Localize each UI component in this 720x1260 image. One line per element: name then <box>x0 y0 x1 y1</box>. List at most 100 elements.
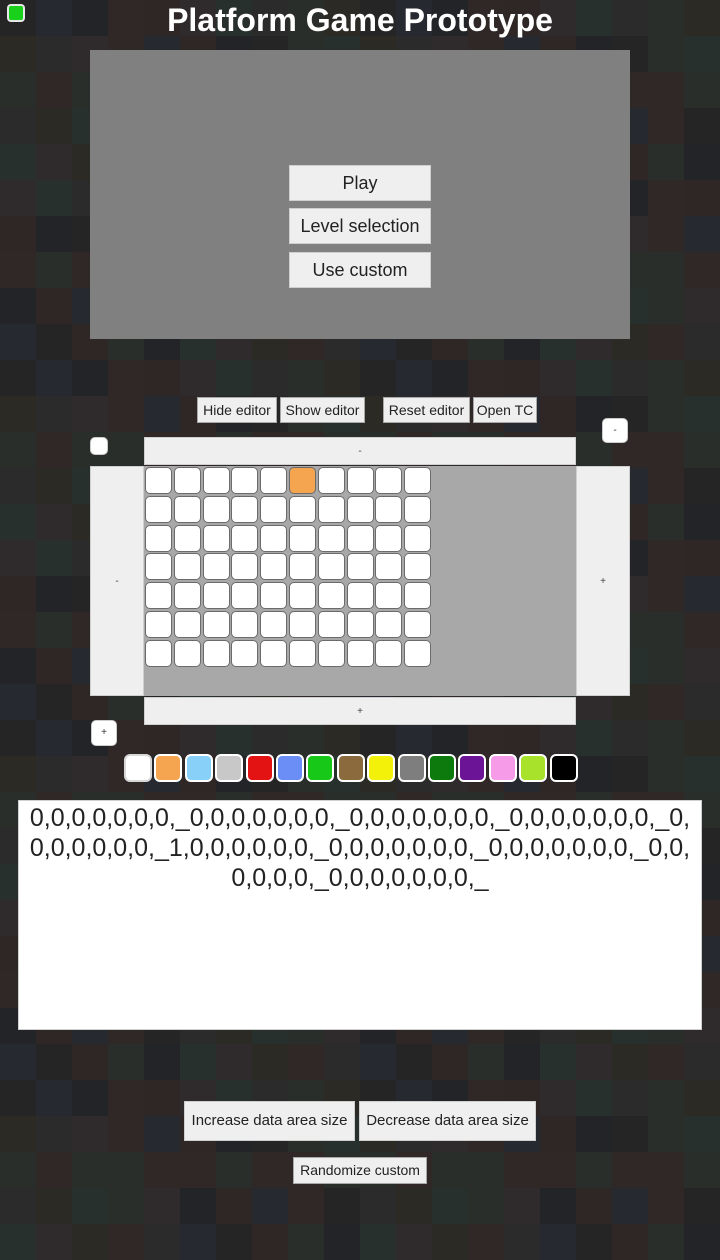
level-grid-cell[interactable] <box>260 524 288 552</box>
level-grid-cell[interactable] <box>231 467 259 494</box>
level-grid-cell[interactable] <box>260 467 288 494</box>
decrease-data-area-button[interactable]: Decrease data area size <box>359 1101 536 1141</box>
level-grid-cell[interactable] <box>404 639 432 667</box>
level-grid-cell[interactable] <box>375 611 403 638</box>
corner-toggle-bottom-left[interactable]: + <box>91 720 117 746</box>
randomize-custom-button[interactable]: Randomize custom <box>293 1157 427 1184</box>
color-swatch[interactable] <box>367 754 396 782</box>
level-grid-cell[interactable] <box>289 467 316 494</box>
level-grid-cell[interactable] <box>404 553 432 581</box>
level-grid-cell[interactable] <box>317 495 345 523</box>
level-grid-cell[interactable] <box>317 611 345 638</box>
color-swatch[interactable] <box>215 754 244 782</box>
remove-top-row-button[interactable]: - <box>144 437 576 465</box>
level-grid-cell[interactable] <box>231 495 259 523</box>
level-grid-cell[interactable] <box>173 582 201 610</box>
level-grid-cell[interactable] <box>202 467 230 494</box>
level-grid-cell[interactable] <box>375 639 403 667</box>
level-grid-cell[interactable] <box>404 467 432 494</box>
level-grid-cell[interactable] <box>231 582 259 610</box>
level-grid-cell[interactable] <box>375 582 403 610</box>
color-swatch[interactable] <box>458 754 487 782</box>
level-grid-cell[interactable] <box>317 467 345 494</box>
use-custom-button[interactable]: Use custom <box>289 252 431 288</box>
level-grid-cell[interactable] <box>231 611 259 638</box>
level-grid-cell[interactable] <box>289 582 316 610</box>
color-swatch[interactable] <box>488 754 517 782</box>
level-grid-cell[interactable] <box>404 495 432 523</box>
level-grid-cell[interactable] <box>145 639 172 667</box>
reset-editor-button[interactable]: Reset editor <box>383 397 470 423</box>
level-grid-cell[interactable] <box>173 524 201 552</box>
level-grid-cell[interactable] <box>173 495 201 523</box>
level-grid-cell[interactable] <box>173 611 201 638</box>
level-grid-cell[interactable] <box>346 611 374 638</box>
level-grid-cell[interactable] <box>289 611 316 638</box>
level-grid-cell[interactable] <box>289 495 316 523</box>
level-grid-cell[interactable] <box>346 524 374 552</box>
level-grid-cell[interactable] <box>260 611 288 638</box>
level-grid-cell[interactable] <box>317 553 345 581</box>
level-selection-button[interactable]: Level selection <box>289 208 431 244</box>
color-swatch[interactable] <box>397 754 426 782</box>
level-grid-cell[interactable] <box>346 467 374 494</box>
level-grid-cell[interactable] <box>346 582 374 610</box>
level-grid-cell[interactable] <box>173 467 201 494</box>
color-swatch[interactable] <box>184 754 213 782</box>
level-grid-cell[interactable] <box>260 582 288 610</box>
level-grid-cell[interactable] <box>289 639 316 667</box>
color-swatch[interactable] <box>519 754 548 782</box>
add-bottom-row-button[interactable]: + <box>144 697 576 725</box>
level-grid-cell[interactable] <box>202 639 230 667</box>
level-grid-cell[interactable] <box>202 495 230 523</box>
level-grid-cell[interactable] <box>231 524 259 552</box>
hide-editor-button[interactable]: Hide editor <box>197 397 277 423</box>
add-right-column-button[interactable]: + <box>576 466 630 696</box>
level-grid-cell[interactable] <box>231 553 259 581</box>
level-grid-cell[interactable] <box>404 524 432 552</box>
remove-left-column-button[interactable]: - <box>90 466 144 696</box>
level-grid-cell[interactable] <box>317 582 345 610</box>
color-swatch[interactable] <box>428 754 456 782</box>
level-grid-cell[interactable] <box>202 611 230 638</box>
level-grid-cell[interactable] <box>145 582 172 610</box>
level-grid-cell[interactable] <box>173 553 201 581</box>
level-grid-cell[interactable] <box>317 639 345 667</box>
level-grid-cell[interactable] <box>346 553 374 581</box>
level-grid-cell[interactable] <box>202 524 230 552</box>
level-grid-cell[interactable] <box>404 582 432 610</box>
level-grid-cell[interactable] <box>404 611 432 638</box>
level-grid-cell[interactable] <box>289 524 316 552</box>
color-swatch[interactable] <box>306 754 335 782</box>
level-grid-cell[interactable] <box>375 495 403 523</box>
open-tc-button[interactable]: Open TC <box>473 397 537 423</box>
level-grid-cell[interactable] <box>375 524 403 552</box>
level-grid-cell[interactable] <box>145 553 172 581</box>
level-grid-cell[interactable] <box>202 553 230 581</box>
level-grid-cell[interactable] <box>260 639 288 667</box>
level-grid-cell[interactable] <box>289 553 316 581</box>
level-data-area[interactable]: 0,0,0,0,0,0,0,_0,0,0,0,0,0,0,_0,0,0,0,0,… <box>18 800 702 1030</box>
color-swatch[interactable] <box>245 754 274 782</box>
corner-toggle-top-right[interactable]: - <box>602 418 628 443</box>
level-grid-cell[interactable] <box>317 524 345 552</box>
color-swatch[interactable] <box>276 754 304 782</box>
level-grid-cell[interactable] <box>202 582 230 610</box>
corner-toggle-top-left[interactable] <box>90 437 108 455</box>
color-swatch[interactable] <box>124 754 152 782</box>
color-swatch[interactable] <box>549 754 578 782</box>
level-grid-cell[interactable] <box>260 553 288 581</box>
color-swatch[interactable] <box>154 754 183 782</box>
level-grid-cell[interactable] <box>260 495 288 523</box>
level-grid-cell[interactable] <box>375 467 403 494</box>
increase-data-area-button[interactable]: Increase data area size <box>184 1101 355 1141</box>
level-grid-cell[interactable] <box>231 639 259 667</box>
level-grid-cell[interactable] <box>346 639 374 667</box>
show-editor-button[interactable]: Show editor <box>280 397 365 423</box>
color-swatch[interactable] <box>336 754 365 782</box>
level-grid-cell[interactable] <box>145 467 172 494</box>
level-grid-cell[interactable] <box>173 639 201 667</box>
level-grid-cell[interactable] <box>145 611 172 638</box>
level-grid-cell[interactable] <box>145 524 172 552</box>
level-grid-cell[interactable] <box>346 495 374 523</box>
